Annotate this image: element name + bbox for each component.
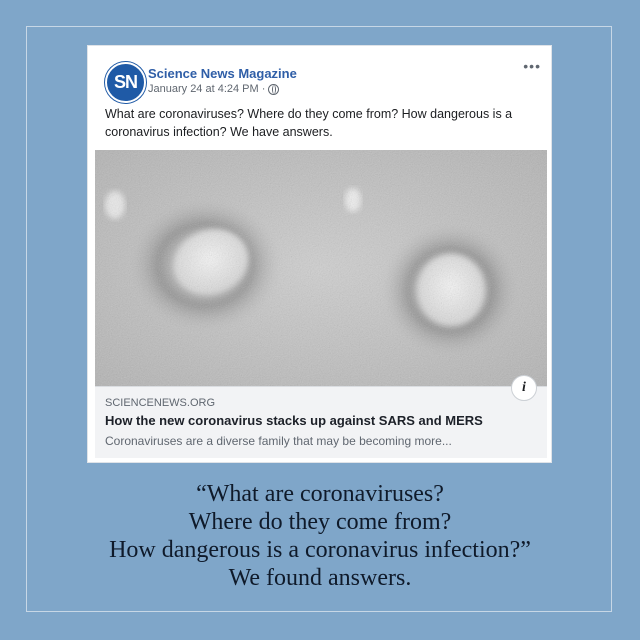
facebook-post-card: SN Science News Magazine January 24 at 4… <box>87 45 552 463</box>
post-text: What are coronaviruses? Where do they co… <box>105 107 513 139</box>
link-description: Coronaviruses are a diverse family that … <box>105 434 452 448</box>
caption-line: We found answers. <box>228 565 412 591</box>
post-header: SN Science News Magazine January 24 at 4… <box>88 46 551 103</box>
link-domain: SCIENCENEWS.ORG <box>105 397 216 409</box>
more-options-icon[interactable]: ••• <box>523 58 541 74</box>
post-meta: January 24 at 4:24 PM · <box>148 83 280 95</box>
virus-micrograph-illustration <box>95 150 547 386</box>
link-preview[interactable]: i SCIENCENEWS.ORG How the new coronaviru… <box>95 375 547 458</box>
post-image-virus-micrograph[interactable] <box>95 150 547 386</box>
globe-icon <box>268 83 280 95</box>
post-timestamp[interactable]: January 24 at 4:24 PM · <box>148 83 265 95</box>
link-title[interactable]: How the new coronavirus stacks up agains… <box>105 413 483 428</box>
caption-line: “What are coronaviruses? <box>196 481 444 507</box>
avatar[interactable]: SN <box>105 62 146 103</box>
caption-line: Where do they come from? <box>188 509 452 535</box>
info-icon[interactable]: i <box>511 375 537 401</box>
caption-line: How dangerous is a coronavirus infection… <box>109 537 531 563</box>
caption-quote: “What are coronaviruses? Where do they c… <box>0 480 640 592</box>
page-name-link[interactable]: Science News Magazine <box>148 66 297 81</box>
